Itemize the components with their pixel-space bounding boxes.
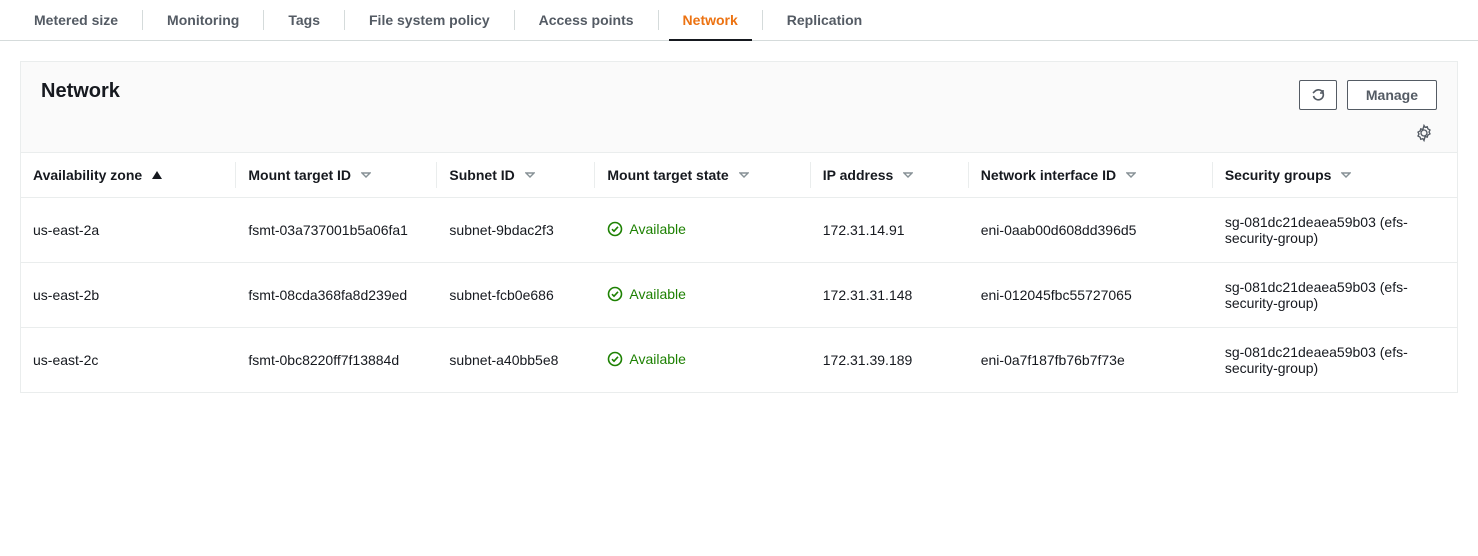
tab-file-system-policy[interactable]: File system policy xyxy=(355,0,504,40)
tab-separator xyxy=(344,10,345,30)
manage-button[interactable]: Manage xyxy=(1347,80,1437,110)
tab-access-points[interactable]: Access points xyxy=(525,0,648,40)
col-security-groups[interactable]: Security groups xyxy=(1213,153,1457,198)
tab-monitoring[interactable]: Monitoring xyxy=(153,0,253,40)
panel-actions: Manage xyxy=(1299,80,1437,146)
tab-separator xyxy=(142,10,143,30)
table-row: us-east-2cfsmt-0bc8220ff7f13884dsubnet-a… xyxy=(21,328,1457,393)
refresh-button[interactable] xyxy=(1299,80,1337,110)
cell-az: us-east-2a xyxy=(21,198,236,263)
panel-title: Network xyxy=(41,80,120,103)
cell-state: Available xyxy=(595,198,810,263)
sort-icon xyxy=(903,170,913,180)
cell-subnet-id: subnet-9bdac2f3 xyxy=(437,198,595,263)
col-availability-zone[interactable]: Availability zone xyxy=(21,153,236,198)
check-circle-icon xyxy=(607,221,623,237)
tab-metered-size[interactable]: Metered size xyxy=(20,0,132,40)
cell-ip: 172.31.31.148 xyxy=(811,263,969,328)
col-mount-target-state[interactable]: Mount target state xyxy=(595,153,810,198)
col-label: IP address xyxy=(823,167,894,183)
table-header-row: Availability zone Mount target ID Subnet… xyxy=(21,153,1457,198)
refresh-icon xyxy=(1310,87,1326,103)
sort-asc-icon xyxy=(152,171,162,179)
cell-eni: eni-0a7f187fb76b7f73e xyxy=(969,328,1213,393)
col-mount-target-id[interactable]: Mount target ID xyxy=(236,153,437,198)
tab-separator xyxy=(658,10,659,30)
cell-state: Available xyxy=(595,263,810,328)
tab-tags[interactable]: Tags xyxy=(274,0,334,40)
check-circle-icon xyxy=(607,351,623,367)
sort-icon xyxy=(361,170,371,180)
gear-icon xyxy=(1415,124,1433,142)
tab-network[interactable]: Network xyxy=(669,0,752,40)
state-text: Available xyxy=(629,286,686,302)
cell-ip: 172.31.39.189 xyxy=(811,328,969,393)
cell-az: us-east-2c xyxy=(21,328,236,393)
sort-icon xyxy=(1126,170,1136,180)
cell-subnet-id: subnet-a40bb5e8 xyxy=(437,328,595,393)
cell-eni: eni-0aab00d608dd396d5 xyxy=(969,198,1213,263)
sort-icon xyxy=(739,170,749,180)
state-text: Available xyxy=(629,221,686,237)
sort-icon xyxy=(1341,170,1351,180)
tab-separator xyxy=(263,10,264,30)
state-text: Available xyxy=(629,351,686,367)
col-subnet-id[interactable]: Subnet ID xyxy=(437,153,595,198)
network-table: Availability zone Mount target ID Subnet… xyxy=(21,152,1457,392)
col-label: Availability zone xyxy=(33,167,142,183)
table-row: us-east-2afsmt-03a737001b5a06fa1subnet-9… xyxy=(21,198,1457,263)
cell-state: Available xyxy=(595,328,810,393)
cell-az: us-east-2b xyxy=(21,263,236,328)
tab-separator xyxy=(762,10,763,30)
col-ip-address[interactable]: IP address xyxy=(811,153,969,198)
col-label: Network interface ID xyxy=(981,167,1116,183)
col-label: Mount target state xyxy=(607,167,728,183)
col-network-interface-id[interactable]: Network interface ID xyxy=(969,153,1213,198)
sort-icon xyxy=(525,170,535,180)
panel-header: Network Manage xyxy=(21,62,1457,152)
cell-eni: eni-012045fbc55727065 xyxy=(969,263,1213,328)
cell-ip: 172.31.14.91 xyxy=(811,198,969,263)
tab-replication[interactable]: Replication xyxy=(773,0,876,40)
check-circle-icon xyxy=(607,286,623,302)
cell-subnet-id: subnet-fcb0e686 xyxy=(437,263,595,328)
cell-sg: sg-081dc21deaea59b03 (efs-security-group… xyxy=(1213,198,1457,263)
tabs-bar: Metered size Monitoring Tags File system po… xyxy=(0,0,1478,41)
tab-separator xyxy=(514,10,515,30)
settings-button[interactable] xyxy=(1411,120,1437,146)
col-label: Security groups xyxy=(1225,167,1332,183)
cell-sg: sg-081dc21deaea59b03 (efs-security-group… xyxy=(1213,328,1457,393)
table-row: us-east-2bfsmt-08cda368fa8d239edsubnet-f… xyxy=(21,263,1457,328)
cell-mount-target-id: fsmt-03a737001b5a06fa1 xyxy=(236,198,437,263)
cell-mount-target-id: fsmt-0bc8220ff7f13884d xyxy=(236,328,437,393)
cell-mount-target-id: fsmt-08cda368fa8d239ed xyxy=(236,263,437,328)
col-label: Subnet ID xyxy=(449,167,514,183)
network-panel: Network Manage Availability zone Mount t… xyxy=(20,61,1458,393)
cell-sg: sg-081dc21deaea59b03 (efs-security-group… xyxy=(1213,263,1457,328)
col-label: Mount target ID xyxy=(248,167,351,183)
